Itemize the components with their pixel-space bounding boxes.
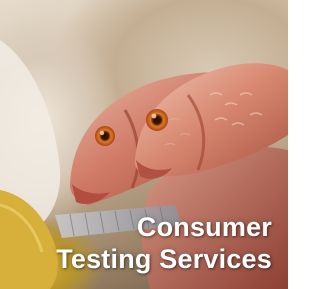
- image-tile: Consumer Testing Services: [0, 0, 288, 289]
- fish-eye-right: [146, 109, 168, 131]
- caption-line-1: Consumer: [136, 212, 272, 242]
- fish-eye-left: [95, 126, 115, 146]
- caption-text: Consumer Testing Services: [56, 211, 272, 275]
- caption-line-2: Testing Services: [56, 244, 272, 274]
